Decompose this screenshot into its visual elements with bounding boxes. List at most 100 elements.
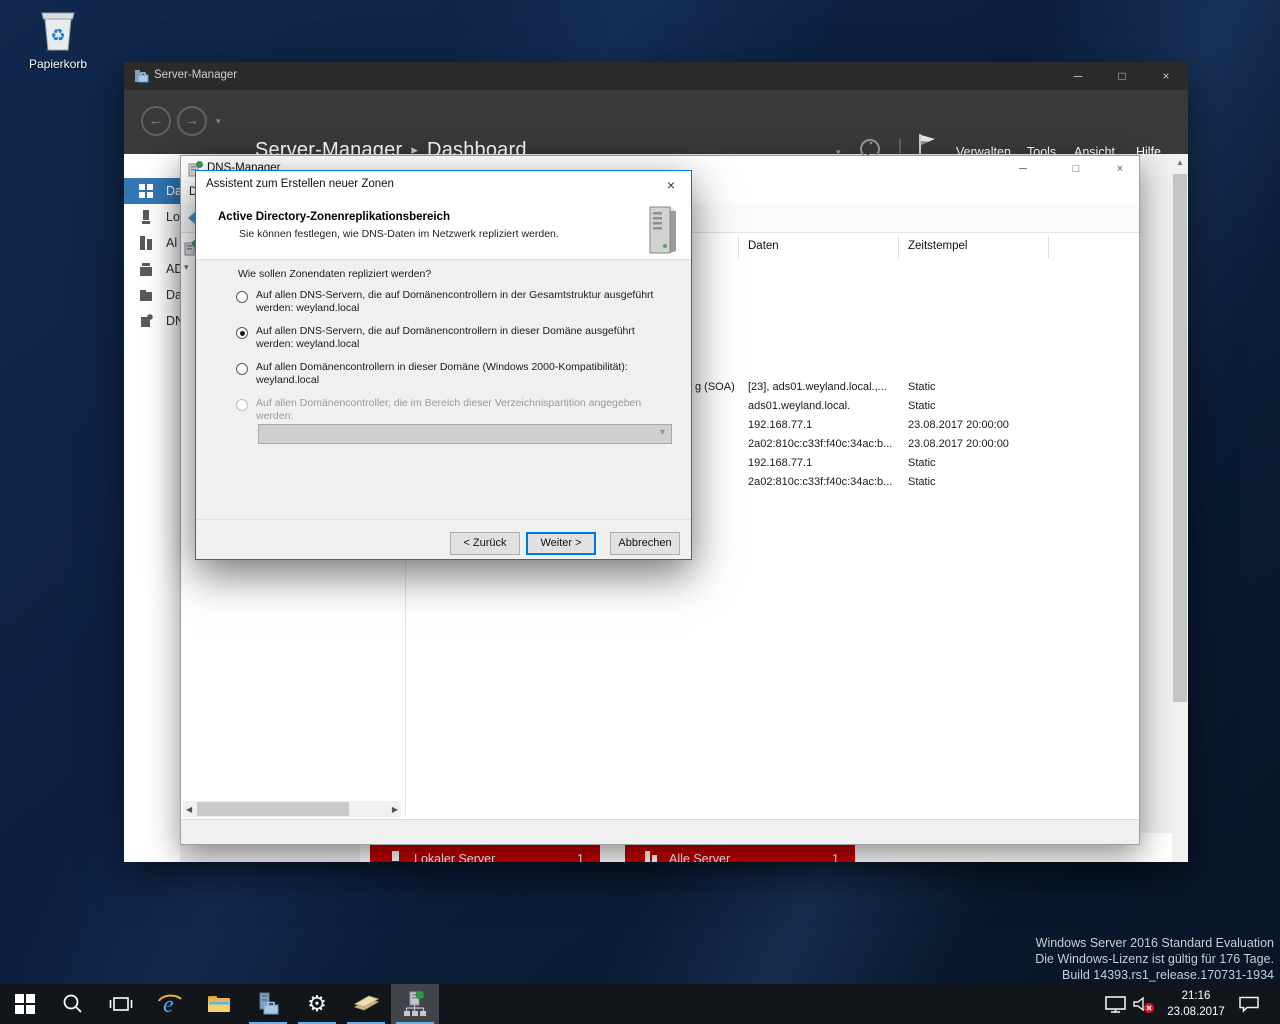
close-icon[interactable]: ×	[651, 171, 691, 200]
cell-zeitstempel: Static	[908, 476, 936, 488]
column-separator[interactable]	[1048, 236, 1049, 258]
tile-count: 1	[832, 852, 839, 862]
cell-daten: 192.168.77.1	[748, 419, 813, 431]
documentation-taskbar-button[interactable]	[342, 984, 390, 1024]
minimize-button[interactable]: ─	[1006, 156, 1040, 182]
recycle-bin-glyph: ♻	[41, 12, 75, 51]
dns-statusbar	[181, 819, 1139, 844]
option-text: werden: weyland.local	[256, 302, 360, 314]
watermark-line: Die Windows-Lizenz ist gültig für 176 Ta…	[1035, 952, 1274, 966]
volume-muted-icon	[1133, 996, 1154, 1013]
task-view-button[interactable]	[97, 984, 145, 1024]
column-separator[interactable]	[738, 236, 739, 258]
server-manager-icon	[259, 992, 279, 1015]
sidebar: Da Lo Al AD Da DN	[124, 154, 184, 862]
radio-icon[interactable]	[236, 363, 248, 375]
cell-daten: 2a02:810c:c33f:f40c:34ac:b...	[748, 438, 893, 450]
server-manager-titlebar: Server-Manager ─ □ ×	[124, 62, 1188, 90]
option-text: Auf allen DNS-Servern, die auf Domänenco…	[256, 325, 635, 337]
wizard-subheading: Sie können festlegen, wie DNS-Daten im N…	[239, 228, 559, 240]
scroll-up-icon[interactable]: ▲	[1172, 158, 1188, 167]
nav-history-dropdown-icon[interactable]: ▾	[216, 116, 221, 127]
radio-option-forest[interactable]: Auf allen DNS-Servern, die auf Domänenco…	[236, 289, 676, 317]
tile-lokaler-server[interactable]: Lokaler Server 1	[370, 845, 600, 862]
option-text: Auf allen Domänencontroller, die im Bere…	[256, 397, 642, 409]
new-zone-wizard-dialog: Assistent zum Erstellen neuer Zonen × Ac…	[195, 170, 692, 560]
radio-option-domain[interactable]: Auf allen DNS-Servern, die auf Domänenco…	[236, 325, 676, 353]
vertical-scrollbar[interactable]: ▲	[1172, 154, 1188, 862]
minimize-button[interactable]: ─	[1056, 62, 1100, 90]
desktop: ♻ Papierkorb Windows Server 2016 Standar…	[0, 0, 1280, 1024]
svg-text:♻: ♻	[50, 26, 65, 45]
server-manager-taskbar-button[interactable]	[244, 984, 292, 1024]
scroll-left-icon[interactable]: ◀	[186, 805, 192, 814]
network-icon	[1105, 996, 1126, 1013]
maximize-button[interactable]: □	[1059, 156, 1093, 182]
column-header-zeitstempel[interactable]: Zeitstempel	[908, 240, 967, 252]
settings-taskbar-button[interactable]: ⚙	[293, 984, 341, 1024]
action-center-icon	[1239, 996, 1259, 1013]
ad-ds-icon	[140, 263, 152, 276]
network-tray-icon[interactable]	[1102, 984, 1130, 1024]
close-button[interactable]: ×	[1103, 156, 1137, 182]
sidebar-item-label: Al	[166, 236, 178, 250]
server-manager-app-icon	[135, 70, 149, 83]
sidebar-item-lokaler-server[interactable]: Lo	[124, 204, 180, 230]
volume-muted-tray-icon[interactable]	[1130, 984, 1158, 1024]
tree-expand-icon[interactable]: ▾	[184, 262, 189, 273]
tile-alle-server[interactable]: Alle Server 1	[625, 845, 855, 862]
cell-zeitstempel: Static	[908, 457, 936, 469]
forward-button[interactable]: →	[177, 106, 207, 136]
radio-icon[interactable]	[236, 291, 248, 303]
sidebar-item-dashboard[interactable]: Da	[124, 178, 182, 204]
back-button[interactable]: ←	[141, 106, 171, 136]
all-servers-icon	[140, 236, 152, 250]
cell-zeitstempel: Static	[908, 381, 936, 393]
option-text: Auf allen Domänencontrollern in dieser D…	[256, 361, 628, 373]
tile-label: Alle Server	[669, 852, 731, 862]
sidebar-item-datei-speicherdienste[interactable]: Da	[124, 282, 182, 308]
scroll-right-icon[interactable]: ▶	[392, 805, 398, 814]
cell-zeitstempel: 23.08.2017 20:00:00	[908, 419, 1009, 431]
window-title: Server-Manager	[154, 69, 238, 81]
next-button[interactable]: Weiter >	[526, 532, 596, 555]
wizard-footer: < Zurück Weiter > Abbrechen	[196, 519, 691, 559]
search-button[interactable]	[49, 984, 97, 1024]
file-storage-icon	[140, 290, 152, 301]
local-server-icon	[142, 210, 150, 224]
sidebar-item-label: Lo	[166, 210, 180, 224]
sidebar-item-dns[interactable]: DN	[124, 308, 184, 334]
internet-explorer-icon: e	[158, 992, 182, 1018]
maximize-button[interactable]: □	[1100, 62, 1144, 90]
gear-icon: ⚙	[307, 991, 327, 1016]
column-header-daten[interactable]: Daten	[748, 240, 779, 252]
internet-explorer-button[interactable]: e	[146, 984, 194, 1024]
recycle-bin-icon[interactable]: ♻ Papierkorb	[20, 6, 96, 71]
recycle-bin-label: Papierkorb	[28, 57, 88, 71]
horizontal-scrollbar[interactable]: ◀ ▶	[183, 801, 401, 817]
column-separator[interactable]	[898, 236, 899, 258]
wizard-heading: Active Directory-Zonenreplikationsbereic…	[218, 211, 450, 223]
radio-option-win2000[interactable]: Auf allen Domänencontrollern in dieser D…	[236, 361, 676, 389]
dns-manager-taskbar-button[interactable]	[391, 984, 439, 1024]
file-explorer-button[interactable]	[195, 984, 243, 1024]
scrollbar-thumb[interactable]	[1173, 174, 1187, 702]
taskbar: e ⚙ 21:16 23.08.2017	[0, 984, 1280, 1024]
action-center-tray-icon[interactable]	[1236, 984, 1264, 1024]
sidebar-item-ad-ds[interactable]: AD	[124, 256, 183, 282]
option-text: Auf allen DNS-Servern, die auf Domänenco…	[256, 289, 654, 301]
server-manager-navbar: ← → ▾ Server-Manager ▸ Dashboard ▾ | Verwa…	[124, 90, 1188, 161]
close-button[interactable]: ×	[1144, 62, 1188, 90]
sidebar-item-alle-server[interactable]: Al	[124, 230, 180, 256]
tile-label: Lokaler Server	[414, 852, 496, 862]
scrollbar-thumb[interactable]	[197, 802, 349, 816]
cancel-button[interactable]: Abbrechen	[610, 532, 680, 555]
radio-selected-icon[interactable]	[236, 327, 248, 339]
cell-daten: [23], ads01.weyland.local.,...	[748, 381, 887, 393]
tile-count: 1	[577, 852, 584, 862]
back-button[interactable]: < Zurück	[450, 532, 520, 555]
tray-clock[interactable]: 21:16 23.08.2017	[1158, 988, 1234, 1020]
cell-zeitstempel: 23.08.2017 20:00:00	[908, 438, 1009, 450]
nav-separator: |	[898, 137, 903, 154]
start-button[interactable]	[1, 984, 49, 1024]
